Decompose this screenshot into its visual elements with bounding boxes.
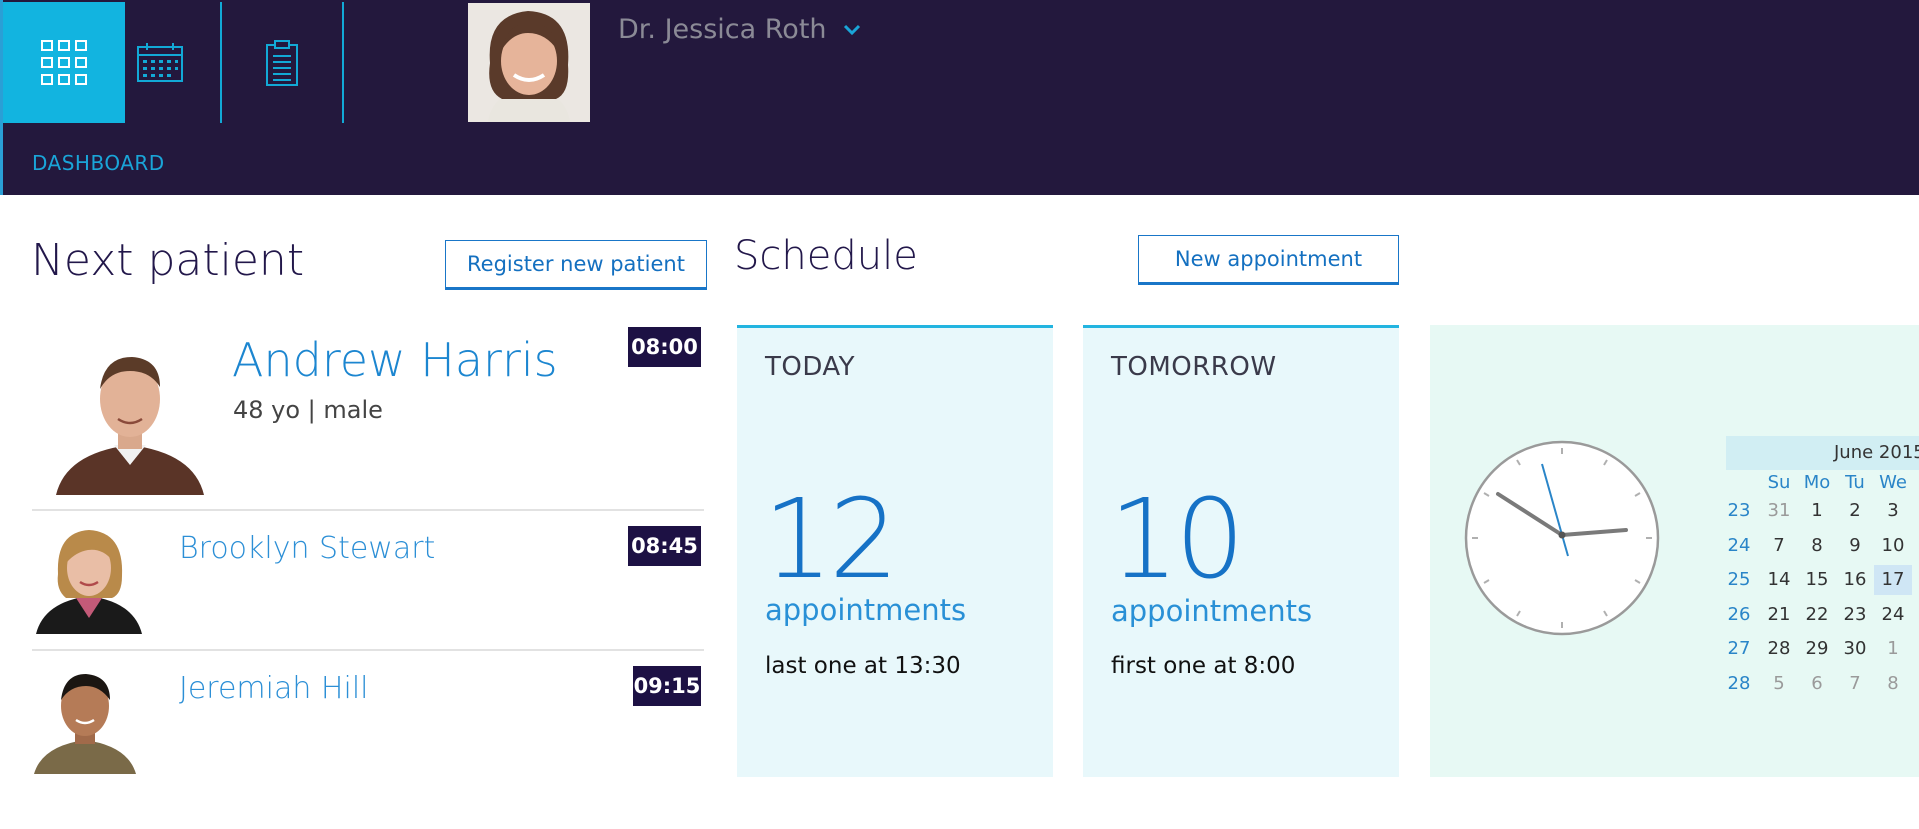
calendar-day[interactable]: 29: [1798, 634, 1836, 664]
today-count: 12: [763, 475, 899, 603]
calendar-day[interactable]: 14: [1760, 565, 1798, 595]
calendar-day[interactable]: 7: [1836, 669, 1874, 699]
calendar-week-number: 23: [1727, 500, 1751, 521]
today-card[interactable]: TODAY 12 appointments last one at 13:30: [737, 325, 1053, 777]
calendar-day[interactable]: 1: [1874, 634, 1912, 664]
appointment-time-badge: 08:00: [628, 327, 701, 367]
nav-calendar-tile[interactable]: [100, 2, 222, 123]
calendar-day[interactable]: 9: [1836, 531, 1874, 561]
calendar-day[interactable]: 24: [1874, 600, 1912, 630]
calendar-day[interactable]: 17: [1874, 565, 1912, 595]
calendar-week-number: 28: [1727, 672, 1751, 694]
calendar-weekday: Su: [1767, 472, 1791, 493]
calendar-weekday: We: [1879, 472, 1907, 493]
tomorrow-unit: appointments: [1111, 594, 1313, 628]
calendar-day[interactable]: 10: [1874, 531, 1912, 561]
calendar-month-label[interactable]: June 2015: [1834, 442, 1919, 463]
appointment-time-badge: 09:15: [633, 666, 701, 706]
calendar-week-number: 27: [1727, 638, 1751, 659]
calendar-week-number: 24: [1727, 534, 1751, 556]
calendar-icon: [137, 42, 183, 82]
doctor-avatar[interactable]: [468, 3, 590, 122]
patient-name[interactable]: Brooklyn Stewart: [179, 531, 435, 566]
patient-photo: [34, 666, 136, 774]
chevron-down-icon[interactable]: [843, 24, 861, 36]
calendar-day[interactable]: 6: [1798, 669, 1836, 699]
tomorrow-label: TOMORROW: [1111, 352, 1277, 382]
divider: [32, 509, 704, 511]
calendar-day[interactable]: 31: [1760, 496, 1798, 526]
tomorrow-card[interactable]: TOMORROW 10 appointments first one at 8:…: [1083, 325, 1399, 777]
divider: [32, 649, 704, 651]
calendar-weekday: Tu: [1845, 472, 1865, 493]
calendar-day[interactable]: 2: [1836, 496, 1874, 526]
clipboard-icon: [266, 39, 298, 86]
calendar-day[interactable]: 16: [1836, 565, 1874, 595]
clock-icon: [1464, 440, 1660, 636]
next-patient-title: Next patient: [31, 235, 305, 286]
calendar-day[interactable]: 3: [1874, 496, 1912, 526]
calendar-day[interactable]: 23: [1836, 600, 1874, 630]
calendar-day[interactable]: 22: [1798, 600, 1836, 630]
new-appointment-button[interactable]: New appointment: [1138, 235, 1399, 285]
calendar-day[interactable]: 21: [1760, 600, 1798, 630]
tomorrow-note: first one at 8:00: [1111, 653, 1296, 679]
register-new-patient-button[interactable]: Register new patient: [445, 240, 707, 290]
page-title: DASHBOARD: [32, 151, 165, 175]
calendar-header: June 2015: [1726, 436, 1919, 470]
featured-patient-name[interactable]: Andrew Harris: [232, 333, 558, 387]
patient-name[interactable]: Jeremiah Hill: [179, 671, 369, 706]
nav-clipboard-tile[interactable]: [222, 2, 344, 123]
calendar-grid: Su Mo Tu We 23 31 1 2 3 24 7 8 9 10 25 14 15 16 17 26 21 22 23…: [1726, 470, 1919, 710]
calendar-day[interactable]: 28: [1760, 634, 1798, 664]
calendar-weekday: Mo: [1803, 472, 1831, 493]
patient-photo: [36, 524, 142, 634]
calendar-day[interactable]: 1: [1798, 496, 1836, 526]
appointment-time-badge: 08:45: [628, 526, 701, 566]
calendar-day[interactable]: 7: [1760, 531, 1798, 561]
calendar-day[interactable]: 15: [1798, 565, 1836, 595]
today-label: TODAY: [765, 352, 856, 382]
calendar-day[interactable]: 5: [1760, 669, 1798, 699]
featured-patient-info: 48 yo | male: [233, 396, 383, 424]
patient-photo: [56, 337, 204, 495]
tomorrow-count: 10: [1109, 475, 1245, 603]
calendar-week-number: 26: [1727, 603, 1751, 625]
schedule-title: Schedule: [734, 233, 918, 279]
calendar-day[interactable]: 30: [1836, 634, 1874, 664]
grid-icon: [41, 39, 87, 85]
today-unit: appointments: [765, 593, 967, 627]
calendar-week-number: 25: [1727, 569, 1751, 590]
calendar-day[interactable]: 8: [1798, 531, 1836, 561]
today-note: last one at 13:30: [765, 653, 961, 679]
doctor-name[interactable]: Dr. Jessica Roth: [618, 14, 827, 45]
calendar-day[interactable]: 8: [1874, 669, 1912, 699]
